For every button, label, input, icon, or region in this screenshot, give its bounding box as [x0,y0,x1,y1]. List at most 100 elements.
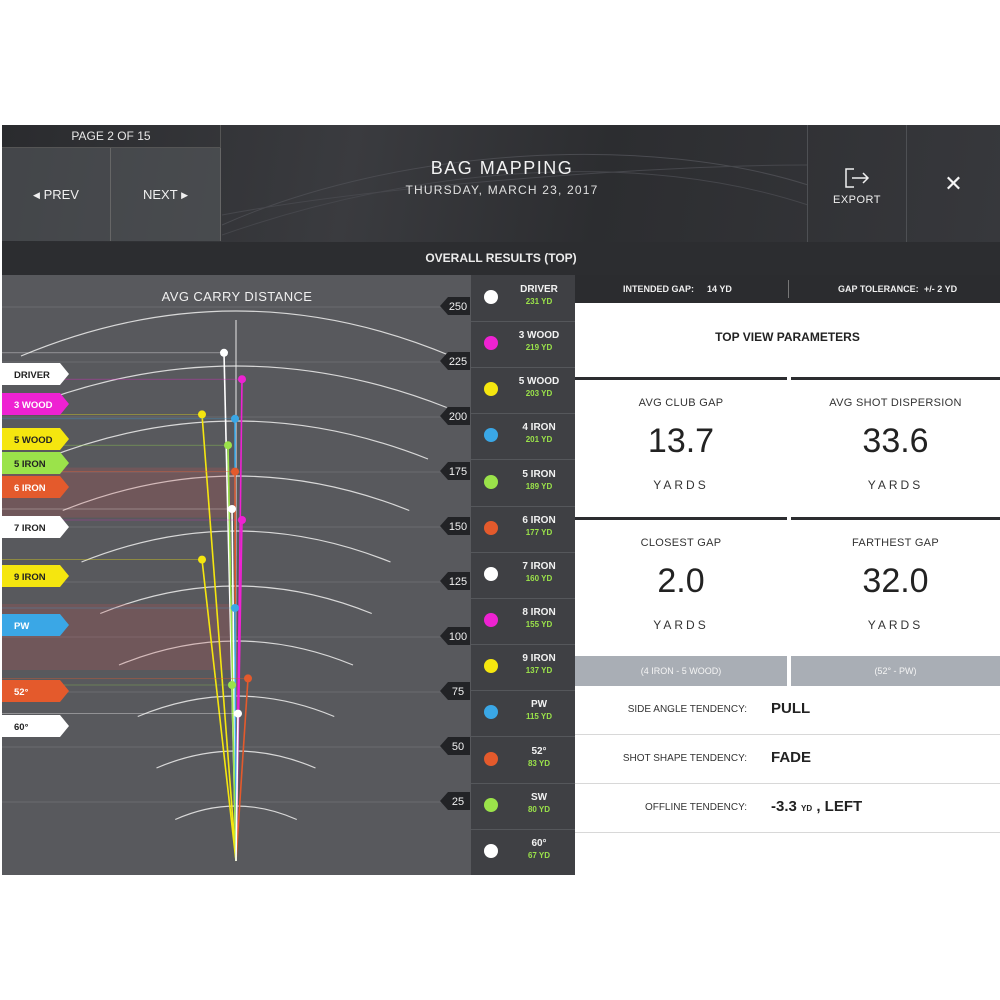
shot-endpoint [231,604,239,612]
legend-row: DRIVER 231 YD [471,275,575,322]
shot-shape-row: SHOT SHAPE TENDENCY: FADE [575,735,1000,784]
offline-unit: YD [801,804,813,813]
club-color-dot [484,566,498,581]
shot-endpoint [198,555,206,564]
closest-gap-card: CLOSEST GAP 2.0 YARDS [575,517,787,658]
club-name: 5 IRON [522,468,556,480]
bag-mapping-app: PAGE 2 OF 15 ◀ PREV NEXT ▶ BAG MAPPING T… [2,125,1000,875]
club-flag-label: DRIVER [14,370,50,381]
shot-endpoint [244,674,252,683]
divider [788,280,789,298]
close-button[interactable]: ✕ [907,125,1000,242]
distance-tick-label: 250 [449,301,467,313]
club-distance: 160 YD [525,573,553,583]
farthest-gap-card: FARTHEST GAP 32.0 YARDS [791,517,1000,658]
club-distance: 189 YD [525,481,553,491]
prev-button[interactable]: ◀ PREV [2,148,111,241]
club-name: SW [530,791,548,803]
club-color-dot [484,428,498,443]
club-legend: DRIVER 231 YD 3 WOOD 219 YD 5 WOOD 203 YD 4 IR… [471,275,575,875]
offline-number: -3.3 [771,798,797,815]
distance-tick-label: 225 [449,356,467,368]
shot-endpoint [234,709,242,718]
chart-title: AVG CARRY DISTANCE [161,289,313,304]
shot-endpoint [231,467,239,476]
side-angle-label: SIDE ANGLE TENDENCY: [627,704,747,715]
club-name: 52° [531,745,547,757]
club-distance: 83 YD [527,758,551,768]
results-banner: OVERALL RESULTS (TOP) [2,242,1000,275]
club-flag-label: 52° [14,687,29,698]
export-button[interactable]: EXPORT [808,125,906,242]
distance-tick-label: 100 [449,631,467,643]
club-flag [2,614,69,636]
card-unit: YARDS [867,618,924,632]
shot-shape-label: SHOT SHAPE TENDENCY: [622,753,747,764]
club-name: DRIVER [520,284,558,295]
club-distance: 67 YD [527,850,551,860]
club-flag-label: 6 IRON [14,483,46,494]
page-indicator: PAGE 2 OF 15 [2,125,221,148]
club-distance: 155 YD [525,620,553,630]
club-distance: 219 YD [525,343,553,353]
club-distance: 137 YD [525,666,553,676]
club-flag-label: PW [14,621,29,632]
side-angle-row: SIDE ANGLE TENDENCY: PULL [575,686,1000,735]
distance-tick-label: 50 [452,741,464,753]
card-title: FARTHEST GAP [852,537,939,549]
distance-tick-label: 150 [449,521,467,533]
club-distance: 203 YD [525,389,553,399]
card-title: AVG SHOT DISPERSION [829,397,962,409]
club-flag-label: 60° [14,722,29,733]
club-color-dot [484,751,498,766]
section-title: TOP VIEW PARAMETERS [715,330,860,344]
session-date: THURSDAY, MARCH 23, 2017 [405,183,599,197]
carry-distance-chart: 250 225 200 175 150 125 100 75 50 25 DRIVER 3 WOOD 5… [2,275,471,875]
card-value: 33.6 [862,422,929,460]
legend-row: 6 IRON 177 YD [471,506,575,553]
club-flag-label: 7 IRON [14,523,46,534]
avg-club-gap-card: AVG CLUB GAP 13.7 YARDS [575,377,787,518]
distance-tick-label: 175 [449,466,467,478]
export-icon [845,168,870,188]
intended-gap-value: 14 YD [707,284,732,294]
legend-row: 7 IRON 160 YD [471,552,575,599]
side-angle-value: PULL [771,700,811,717]
intended-gap-label: INTENDED GAP: [623,284,695,294]
club-color-dot [484,382,498,397]
legend-row: 8 IRON 155 YD [471,598,575,646]
page-title: BAG MAPPING [430,158,574,178]
export-label: EXPORT [832,194,882,206]
legend-row: 4 IRON 201 YD [471,413,575,461]
triangle-left-icon: ◀ [33,190,40,200]
shot-endpoint [198,410,206,419]
club-name: 9 IRON [522,653,556,665]
club-color-dot [484,290,498,304]
club-name: 8 IRON [522,607,556,619]
card-value: 32.0 [862,562,929,600]
club-flag-label: 5 IRON [14,459,46,470]
offline-value: -3.3 YD , LEFT [771,798,862,815]
card-title: CLOSEST GAP [640,537,722,549]
next-button[interactable]: NEXT ▶ [111,148,221,241]
club-name: 6 IRON [522,514,556,526]
shot-endpoint [228,505,236,513]
shot-endpoint [224,441,232,450]
legend-row: 5 WOOD 203 YD [471,367,575,415]
club-name: 5 WOOD [518,376,560,388]
shot-endpoint [238,375,246,384]
club-flag [2,680,69,702]
club-flag-label: 9 IRON [14,572,46,583]
avg-shot-dispersion-card: AVG SHOT DISPERSION 33.6 YARDS [791,377,1000,518]
card-value: 13.7 [647,422,715,460]
triangle-right-icon: ▶ [181,190,188,200]
club-distance: 177 YD [525,527,553,537]
card-unit: YARDS [653,618,709,632]
legend-row: 52° 83 YD [471,737,575,784]
distance-tick-label: 125 [449,576,467,588]
club-color-dot [484,336,498,351]
farthest-gap-clubs: (52° - PW) [791,656,1000,686]
legend-row: PW 115 YD [471,690,575,738]
card-unit: YARDS [867,478,924,492]
club-color-dot [484,797,498,812]
